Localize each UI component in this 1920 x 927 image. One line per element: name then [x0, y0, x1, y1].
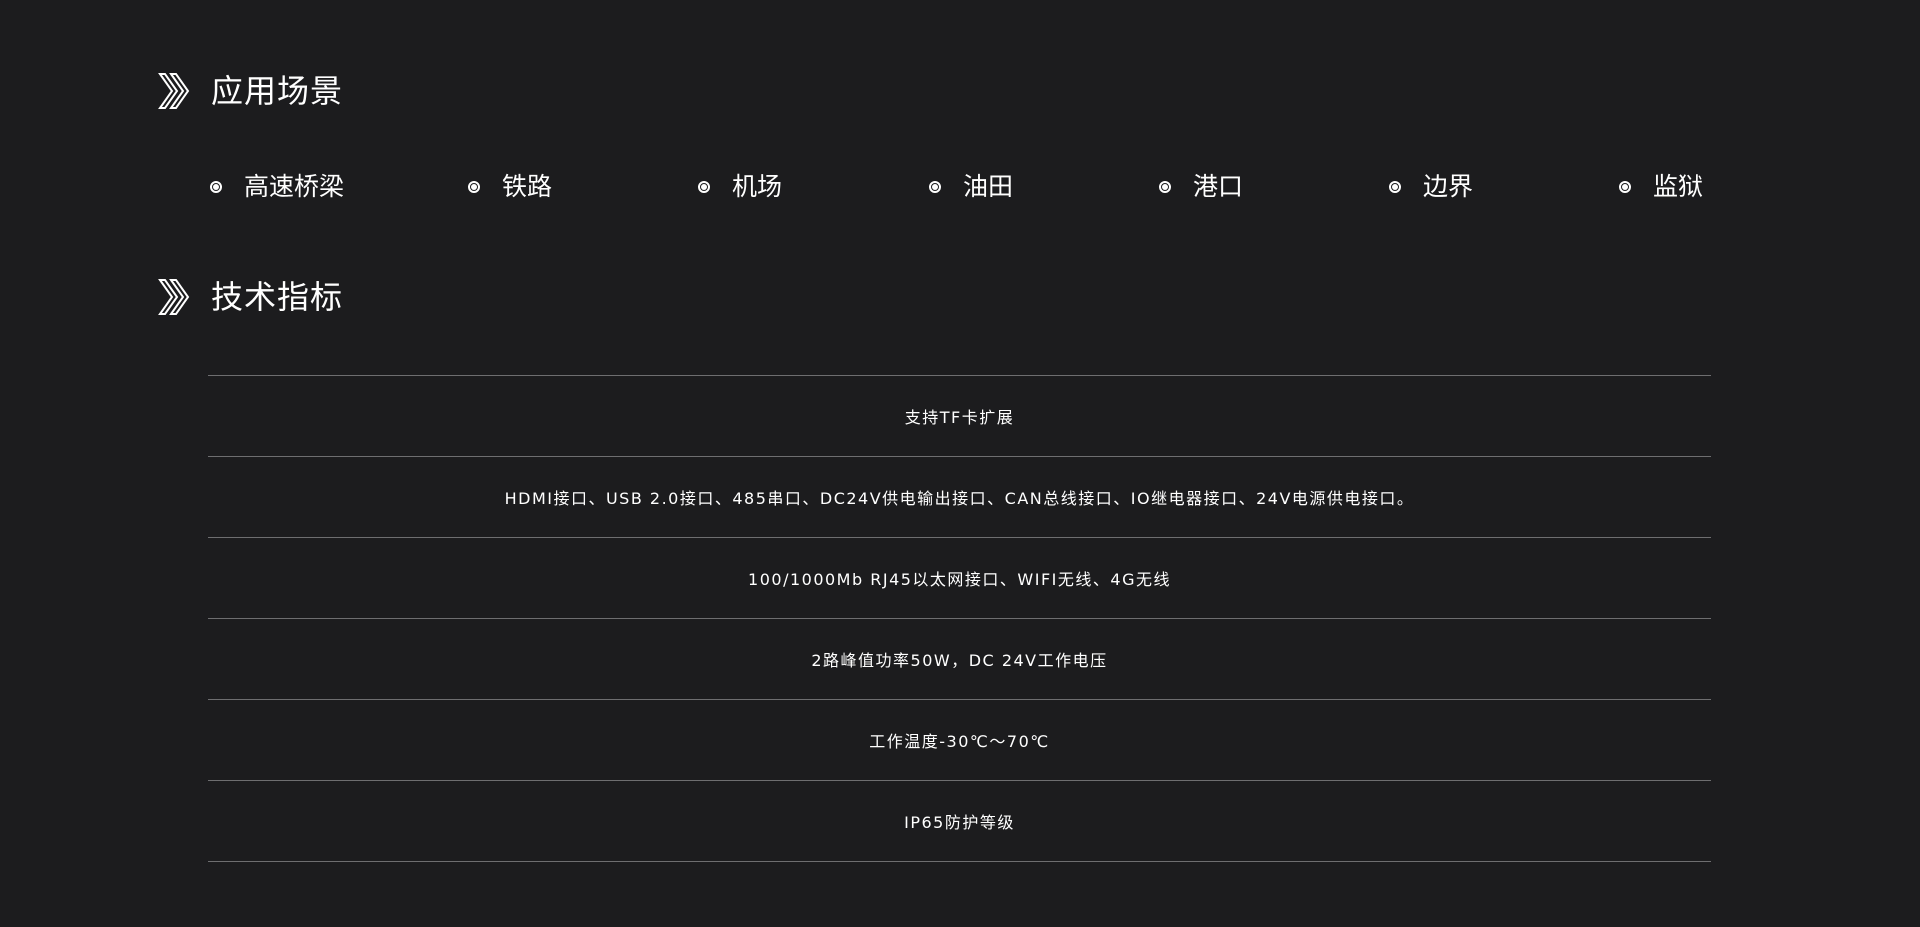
scenario-label: 监狱 — [1653, 172, 1704, 201]
spec-text: IP65防护等级 — [904, 813, 1015, 832]
scenario-item: 边界 — [1389, 167, 1473, 207]
spec-text: 支持TF卡扩展 — [904, 408, 1015, 427]
radio-dot-icon — [210, 181, 222, 193]
double-chevron-right-icon — [158, 73, 190, 109]
scenario-item: 油田 — [929, 167, 1013, 207]
radio-dot-icon — [468, 181, 480, 193]
radio-dot-icon — [1159, 181, 1171, 193]
radio-dot-icon — [1389, 181, 1401, 193]
spec-row: 2路峰值功率50W，DC 24V工作电压 — [208, 619, 1711, 700]
double-chevron-right-icon — [158, 279, 190, 315]
section-title-specs: 技术指标 — [211, 278, 344, 316]
spec-text: 100/1000Mb RJ45以太网接口、WIFI无线、4G无线 — [748, 570, 1171, 589]
scenario-item: 监狱 — [1619, 167, 1703, 207]
scenario-label: 高速桥梁 — [244, 172, 345, 201]
spec-row: 支持TF卡扩展 — [208, 376, 1711, 457]
scenario-label: 边界 — [1423, 172, 1474, 201]
radio-dot-icon — [929, 181, 941, 193]
radio-dot-icon — [1619, 181, 1631, 193]
spec-row: IP65防护等级 — [208, 781, 1711, 862]
section-title-scenarios: 应用场景 — [211, 72, 344, 110]
spec-row: HDMI接口、USB 2.0接口、485串口、DC24V供电输出接口、CAN总线… — [208, 457, 1711, 538]
scenario-item: 港口 — [1159, 167, 1243, 207]
scenario-list: 高速桥梁 铁路 机场 油田 港口 边界 监狱 — [210, 167, 1720, 207]
scenario-label: 港口 — [1193, 172, 1244, 201]
scenario-label: 铁路 — [502, 172, 553, 201]
radio-dot-icon — [698, 181, 710, 193]
scenario-item: 高速桥梁 — [210, 167, 344, 207]
scenario-label: 机场 — [732, 172, 783, 201]
spec-text: 工作温度-30℃～70℃ — [869, 732, 1050, 751]
scenario-item: 铁路 — [468, 167, 552, 207]
section-header-scenarios: 应用场景 — [157, 69, 343, 113]
scenario-label: 油田 — [963, 172, 1014, 201]
spec-row: 100/1000Mb RJ45以太网接口、WIFI无线、4G无线 — [208, 538, 1711, 619]
spec-row: 工作温度-30℃～70℃ — [208, 700, 1711, 781]
spec-text: 2路峰值功率50W，DC 24V工作电压 — [811, 651, 1108, 670]
spec-text: HDMI接口、USB 2.0接口、485串口、DC24V供电输出接口、CAN总线… — [504, 489, 1415, 508]
scenario-item: 机场 — [698, 167, 782, 207]
spec-table: 支持TF卡扩展 HDMI接口、USB 2.0接口、485串口、DC24V供电输出… — [208, 375, 1711, 862]
section-header-specs: 技术指标 — [157, 275, 343, 319]
